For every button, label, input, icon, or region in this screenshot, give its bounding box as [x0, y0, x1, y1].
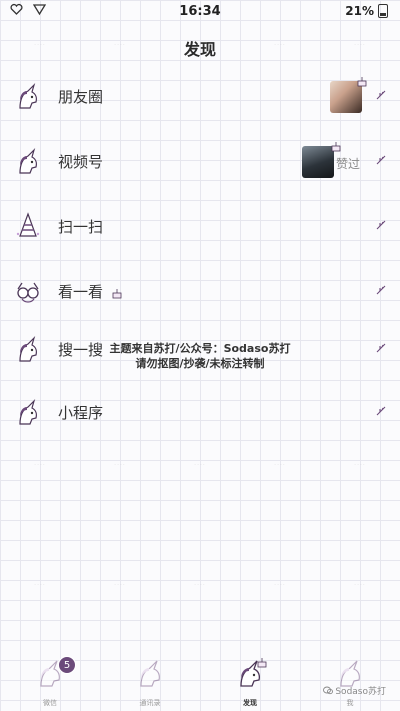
- theme-credit-line-1: 主题来自苏打/公众号：Sodaso苏打: [109, 342, 291, 355]
- tab-label-chats: 微信: [43, 699, 57, 707]
- author-credit: Sodaso苏打: [323, 684, 386, 697]
- tab-contacts[interactable]: 通讯录: [100, 650, 200, 711]
- status-bar: 16:34 21%: [0, 0, 400, 24]
- unicorn-icon: [19, 82, 37, 109]
- feather-arrow-icon: [376, 406, 386, 416]
- menu-label-mini-programs: 小程序: [58, 404, 104, 422]
- tab-me[interactable]: 我 Sodaso苏打: [300, 650, 400, 711]
- tab-label-discover: 发现: [243, 699, 257, 707]
- cake-icon: [112, 289, 122, 299]
- tab-label-contacts: 通讯录: [139, 699, 161, 707]
- menu-label-top-stories: 看一看: [58, 283, 104, 301]
- unicorn-glasses-icon: [17, 282, 39, 303]
- cake-icon: [331, 142, 341, 152]
- menu-item-scan[interactable]: 扫一扫: [0, 203, 400, 253]
- battery-icon: [378, 4, 388, 18]
- status-time: 16:34: [179, 4, 221, 19]
- menu-item-moments[interactable]: 朋友圈: [0, 73, 400, 123]
- menu-item-mini-programs[interactable]: 小程序: [0, 389, 400, 439]
- theme-credit-line-2: 请勿抠图/抄袭/未标注转制: [135, 357, 265, 370]
- feather-arrow-icon: [376, 155, 386, 165]
- menu-item-channels[interactable]: 视频号 赞过: [0, 138, 400, 188]
- tab-discover[interactable]: 发现: [200, 650, 300, 711]
- cake-icon: [257, 658, 267, 668]
- status-icons-right: 21%: [345, 4, 388, 18]
- tab-label-me: 我: [346, 699, 354, 707]
- unicorn-horn-icon: [16, 212, 40, 237]
- watermark-row: ···· ···· ···· ···· ····: [34, 42, 366, 49]
- menu-item-top-stories[interactable]: 看一看: [0, 268, 400, 318]
- tab-chats[interactable]: 5 微信: [0, 650, 100, 711]
- menu-label-channels: 视频号: [58, 153, 104, 171]
- menu-label-moments: 朋友圈: [58, 88, 104, 106]
- wechat-account-icon: [323, 686, 334, 695]
- unread-badge: 5: [58, 656, 76, 674]
- cake-icon: [357, 77, 367, 87]
- feather-arrow-icon: [376, 90, 386, 100]
- bottom-tab-bar: 5 微信 通讯录 发现 我 Sodaso苏打: [0, 650, 400, 711]
- watermark-row: ···· ···· ···· ···· ····: [34, 582, 366, 589]
- battery-percent: 21%: [345, 4, 374, 18]
- watermark-row: ···· ···· ···· ···· ····: [34, 462, 366, 469]
- author-credit-text: Sodaso苏打: [335, 687, 386, 697]
- channels-liked-status: 赞过: [335, 157, 360, 171]
- unicorn-icon: [19, 398, 37, 425]
- feather-arrow-icon: [376, 285, 386, 295]
- feather-arrow-icon: [376, 220, 386, 230]
- unicorn-icon: [140, 660, 160, 687]
- menu-label-scan: 扫一扫: [58, 218, 104, 236]
- unicorn-icon: [19, 147, 37, 174]
